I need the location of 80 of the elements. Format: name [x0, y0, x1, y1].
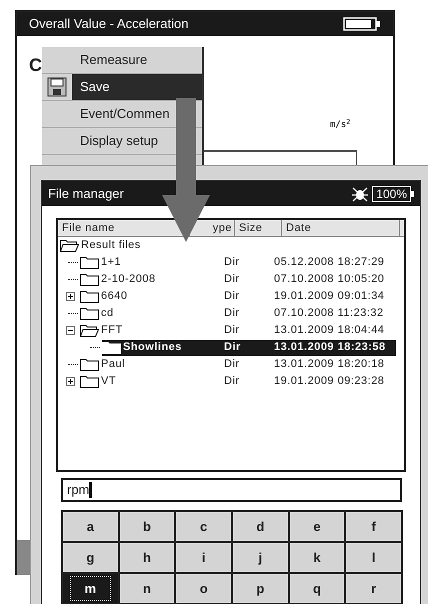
key[interactable]: c	[176, 512, 231, 541]
file-date: 07.10.2008 11:23:32	[274, 306, 385, 322]
file-type: Dir	[224, 340, 242, 356]
file-type: Dir	[224, 306, 241, 322]
tree-row[interactable]: Paul Dir 13.01.2009 18:20:18	[80, 356, 396, 372]
tree-row[interactable]: Showlines Dir 13.01.2009 18:23:58	[102, 340, 396, 356]
file-date: 07.10.2008 10:05:20	[274, 272, 386, 288]
key[interactable]: g	[63, 543, 118, 572]
file-type: Dir	[224, 323, 241, 338]
file-type: Dir	[224, 357, 241, 372]
save-icon	[47, 77, 67, 97]
file-name: VT	[101, 374, 116, 390]
tree-row[interactable]: 1+1 Dir 05.12.2008 18:27:29	[80, 254, 396, 270]
key[interactable]: a	[63, 512, 118, 541]
file-name: cd	[101, 306, 114, 322]
collapse-icon[interactable]	[66, 326, 75, 335]
key[interactable]: b	[120, 512, 174, 541]
file-name: 1+1	[101, 255, 122, 270]
expand-icon[interactable]	[66, 292, 75, 301]
file-date: 05.12.2008 18:27:29	[274, 255, 386, 270]
column-header[interactable]: File name	[62, 220, 115, 236]
file-date: 19.01.2009 09:01:34	[274, 289, 386, 304]
folder-icon	[80, 307, 99, 320]
key[interactable]: m	[63, 574, 118, 603]
file-date: 13.01.2009 18:23:58	[274, 340, 387, 356]
column-header[interactable]: Size	[239, 220, 262, 236]
key[interactable]: f	[346, 512, 401, 541]
menu-item[interactable]: Save	[72, 74, 202, 100]
file-name: 2-10-2008	[101, 272, 156, 288]
tree-row[interactable]: 2-10-2008 Dir 07.10.2008 10:05:20	[80, 272, 396, 288]
file-name: FFT	[101, 323, 123, 338]
file-name: Showlines	[123, 340, 182, 356]
window-title: File manager	[48, 184, 124, 203]
menu-item[interactable]: Remeasure	[72, 47, 202, 73]
key[interactable]: j	[233, 543, 288, 572]
key[interactable]: l	[346, 543, 401, 572]
folder-icon	[80, 290, 99, 303]
file-type: Dir	[224, 272, 241, 288]
key[interactable]: e	[290, 512, 344, 541]
file-name: Result files	[81, 238, 141, 254]
tree-row[interactable]: Result files	[60, 238, 396, 254]
file-name: Paul	[101, 357, 126, 372]
key[interactable]: n	[120, 574, 174, 603]
file-name: 6640	[101, 289, 128, 304]
bug-icon	[352, 186, 368, 202]
folder-icon	[80, 273, 99, 286]
menu-item[interactable]: Display setup	[72, 128, 202, 154]
folder-icon	[102, 341, 121, 354]
key[interactable]: i	[176, 543, 231, 572]
folder-icon	[80, 375, 99, 388]
window-title: Overall Value - Acceleration	[29, 15, 188, 34]
key[interactable]: q	[290, 574, 344, 603]
file-date: 19.01.2009 09:23:28	[274, 374, 386, 390]
tree-row[interactable]: VT Dir 19.01.2009 09:23:28	[80, 374, 396, 390]
key[interactable]: o	[176, 574, 231, 603]
folder-icon	[80, 256, 99, 269]
heading-letter: C	[29, 54, 42, 77]
tree-row[interactable]: FFT Dir 13.01.2009 18:04:44	[80, 322, 396, 338]
file-date: 13.01.2009 18:04:44	[274, 323, 386, 338]
side-bar	[17, 540, 30, 575]
key[interactable]: k	[290, 543, 344, 572]
file-type: Dir	[224, 289, 241, 304]
text-input[interactable]: rpm	[61, 478, 402, 502]
file-type: Dir	[224, 255, 241, 270]
column-header[interactable]: ype	[212, 220, 232, 236]
tree-row[interactable]: 6640 Dir 19.01.2009 09:01:34	[80, 288, 396, 304]
file-date: 13.01.2009 18:20:18	[274, 357, 386, 372]
tree-row[interactable]: cd Dir 07.10.2008 11:23:32	[80, 306, 396, 322]
battery-icon	[343, 17, 381, 31]
unit-label: m/s$^{2}$	[330, 119, 350, 132]
key[interactable]: d	[233, 512, 288, 541]
folder-icon	[80, 358, 99, 371]
battery-indicator: 100%	[372, 186, 414, 202]
key[interactable]: r	[346, 574, 401, 603]
key[interactable]: p	[233, 574, 288, 603]
key[interactable]: h	[120, 543, 174, 572]
menu-item[interactable]: Event/Commen	[72, 101, 202, 127]
expand-icon[interactable]	[66, 377, 75, 386]
column-header[interactable]: Date	[286, 220, 312, 236]
file-type: Dir	[224, 374, 241, 390]
